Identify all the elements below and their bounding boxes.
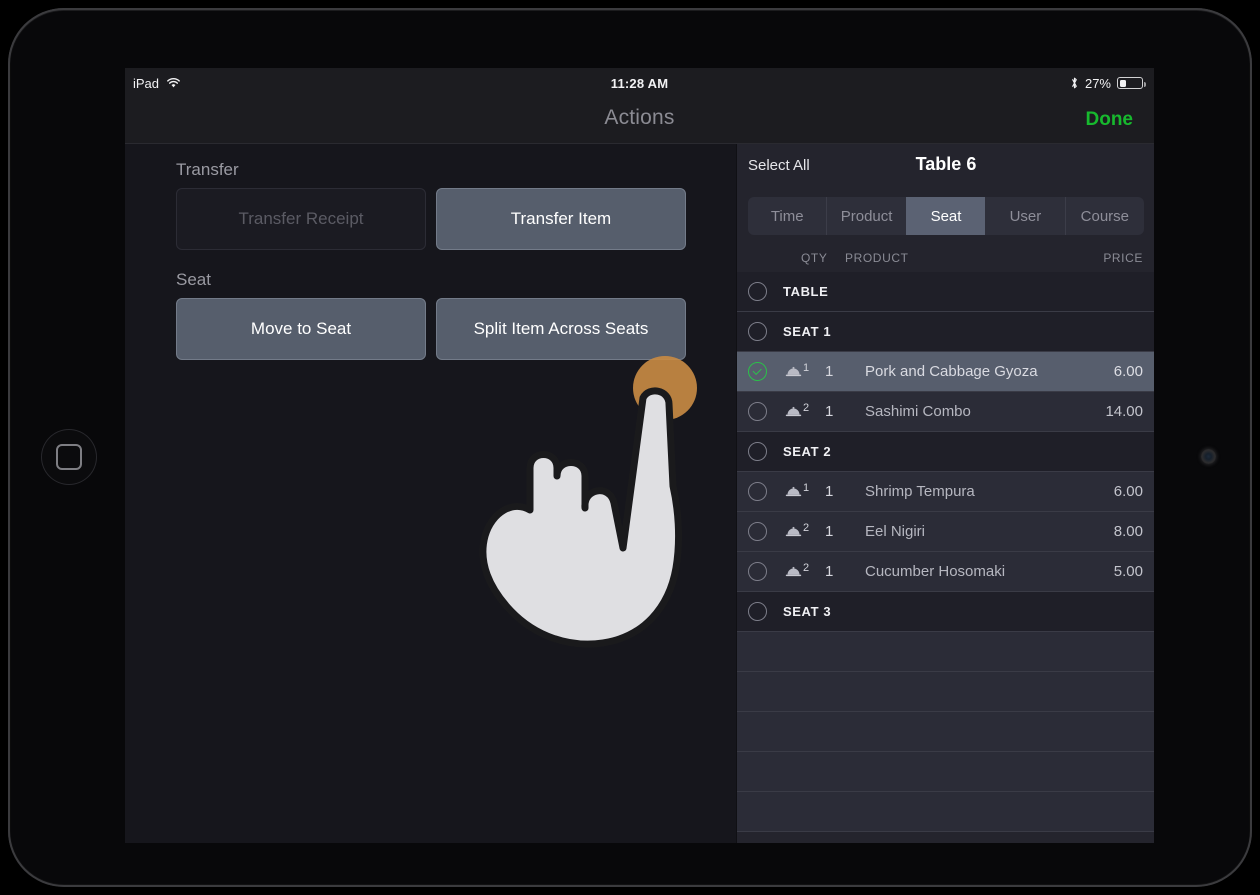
course-indicator: 1: [785, 482, 810, 498]
transfer-item-button[interactable]: Transfer Item: [436, 188, 686, 250]
order-empty-row: [737, 712, 1154, 752]
order-empty-row: [737, 632, 1154, 672]
course-number: 2: [803, 402, 810, 414]
done-button[interactable]: Done: [1086, 109, 1134, 131]
group-row-label: TABLE: [783, 284, 829, 299]
item-product-name: Eel Nigiri: [865, 523, 926, 540]
status-bar-right: 27%: [1070, 75, 1146, 91]
cloche-icon: [785, 525, 802, 538]
course-number: 2: [803, 522, 810, 534]
cloche-icon: [785, 565, 802, 578]
segment-seat[interactable]: Seat: [905, 197, 986, 235]
course-number: 2: [803, 562, 810, 574]
segment-product[interactable]: Product: [826, 197, 905, 235]
list-column-header: QTY PRODUCT PRICE: [737, 246, 1154, 273]
battery-percent-label: 27%: [1084, 75, 1111, 91]
row-select-radio[interactable]: [748, 522, 767, 541]
item-price: 5.00: [1113, 563, 1143, 580]
item-price: 14.00: [1105, 403, 1143, 420]
segment-course[interactable]: Course: [1064, 197, 1144, 235]
row-select-radio[interactable]: [748, 602, 767, 621]
column-header-price: PRICE: [1103, 251, 1143, 265]
course-indicator: 1: [785, 362, 810, 378]
cloche-icon: [785, 365, 802, 378]
item-product-name: Cucumber Hosomaki: [865, 563, 1006, 580]
row-select-radio[interactable]: [748, 482, 767, 501]
row-select-radio[interactable]: [748, 442, 767, 461]
battery-fill: [1119, 79, 1126, 87]
group-row-label: SEAT 2: [783, 444, 832, 459]
order-empty-row: [737, 752, 1154, 792]
course-indicator: 2: [785, 522, 810, 538]
segment-time[interactable]: Time: [748, 197, 826, 235]
order-title: Table 6: [915, 154, 977, 174]
course-indicator: 2: [785, 562, 810, 578]
order-item-row[interactable]: 2 1 Cucumber Hosomaki 5.00: [737, 552, 1154, 592]
group-by-segmented-control[interactable]: Time Product Seat User Course: [748, 197, 1144, 235]
tap-ripple-indicator: [633, 356, 697, 420]
bluetooth-icon: [1070, 76, 1079, 90]
navigation-bar: Actions Done: [125, 98, 1154, 144]
split-item-across-seats-button[interactable]: Split Item Across Seats: [436, 298, 686, 360]
row-select-radio[interactable]: [748, 562, 767, 581]
home-button[interactable]: [41, 429, 97, 485]
order-item-row[interactable]: 2 1 Sashimi Combo 14.00: [737, 392, 1154, 432]
cloche-icon: [785, 405, 802, 418]
order-panel: Select All Table 6 Time Product Seat Use…: [736, 144, 1154, 843]
actions-panel: Transfer Transfer Receipt Transfer Item …: [125, 144, 736, 843]
row-select-radio[interactable]: [748, 282, 767, 301]
page-title: Actions: [604, 106, 675, 129]
row-select-radio[interactable]: [748, 322, 767, 341]
segment-user[interactable]: User: [985, 197, 1064, 235]
home-button-square-icon: [56, 444, 82, 470]
order-group-row[interactable]: SEAT 1: [737, 312, 1154, 352]
order-item-list[interactable]: TABLE SEAT 1 1 1 Pork and Cabbage Gyoza 6.00 2…: [737, 272, 1154, 843]
cloche-icon: [785, 485, 802, 498]
section-label-seat: Seat: [176, 270, 211, 289]
ipad-device: iPad 11:28 AM 27% Actions Done Transfer …: [8, 8, 1252, 887]
item-qty: 1: [825, 483, 834, 500]
order-group-row[interactable]: SEAT 2: [737, 432, 1154, 472]
order-group-row[interactable]: SEAT 3: [737, 592, 1154, 632]
group-row-label: SEAT 1: [783, 324, 832, 339]
item-product-name: Pork and Cabbage Gyoza: [865, 363, 1038, 380]
item-qty: 1: [825, 403, 834, 420]
item-price: 8.00: [1113, 523, 1143, 540]
section-label-transfer: Transfer: [176, 160, 239, 179]
row-select-radio[interactable]: [748, 402, 767, 421]
item-product-name: Sashimi Combo: [865, 403, 971, 420]
item-qty: 1: [825, 563, 834, 580]
transfer-receipt-button[interactable]: Transfer Receipt: [176, 188, 426, 250]
order-empty-row: [737, 672, 1154, 712]
front-camera-icon: [1201, 449, 1216, 464]
item-qty: 1: [825, 523, 834, 540]
order-item-row[interactable]: 2 1 Eel Nigiri 8.00: [737, 512, 1154, 552]
status-bar-time: 11:28 AM: [610, 75, 669, 91]
column-header-product: PRODUCT: [845, 251, 909, 265]
status-bar: iPad 11:28 AM 27%: [125, 68, 1154, 98]
column-header-qty: QTY: [801, 251, 828, 265]
order-item-row[interactable]: 1 1 Shrimp Tempura 6.00: [737, 472, 1154, 512]
item-qty: 1: [825, 363, 834, 380]
course-indicator: 2: [785, 402, 810, 418]
app-screen: iPad 11:28 AM 27% Actions Done Transfer …: [125, 68, 1154, 843]
group-row-label: SEAT 3: [783, 604, 832, 619]
item-price: 6.00: [1113, 363, 1143, 380]
item-product-name: Shrimp Tempura: [865, 483, 975, 500]
order-empty-row: [737, 792, 1154, 832]
move-to-seat-button[interactable]: Move to Seat: [176, 298, 426, 360]
order-item-row[interactable]: 1 1 Pork and Cabbage Gyoza 6.00: [737, 352, 1154, 392]
row-select-radio[interactable]: [748, 362, 767, 381]
course-number: 1: [803, 362, 810, 374]
course-number: 1: [803, 482, 810, 494]
battery-icon: [1117, 77, 1146, 89]
order-group-row[interactable]: TABLE: [737, 272, 1154, 312]
item-price: 6.00: [1113, 483, 1143, 500]
